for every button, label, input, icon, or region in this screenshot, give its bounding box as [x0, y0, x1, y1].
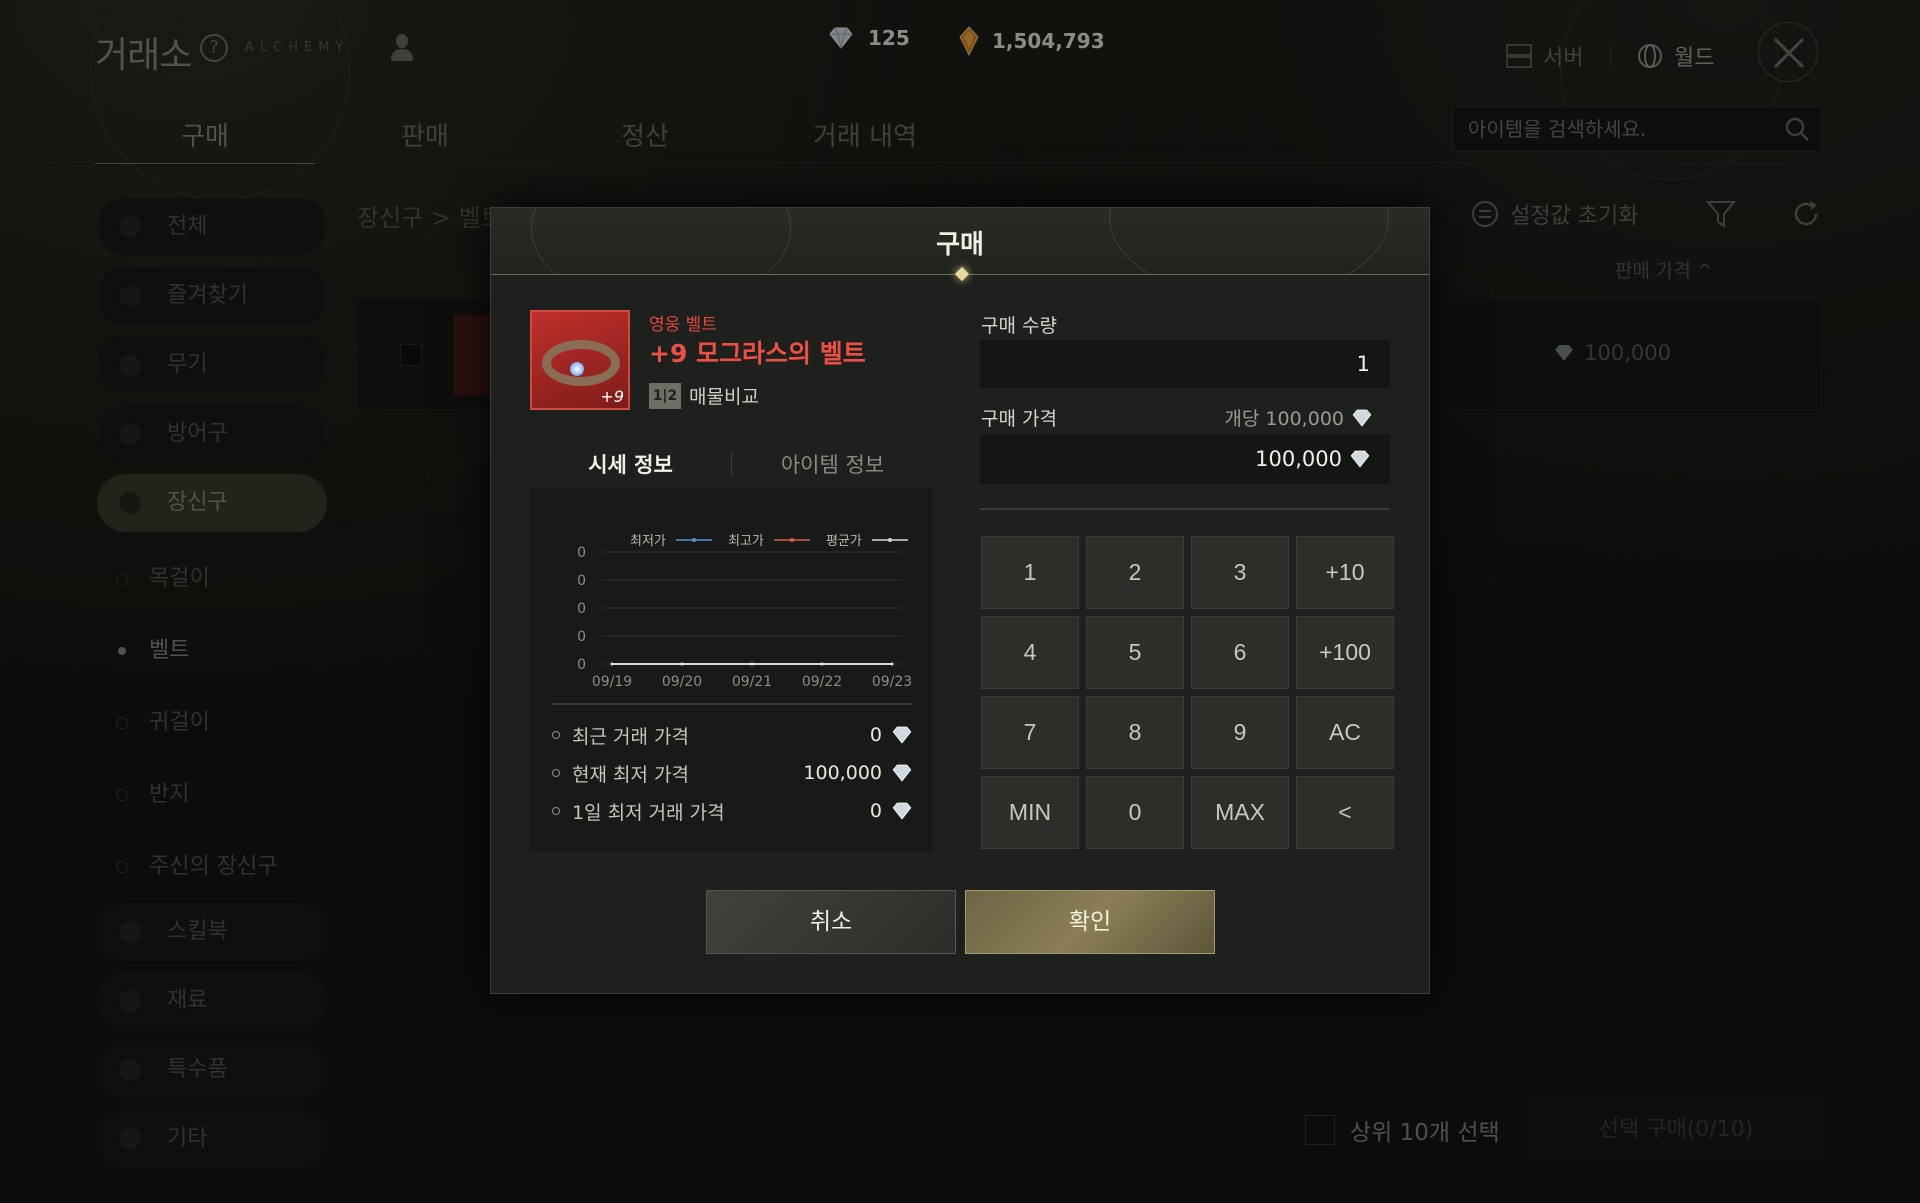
key-plus10[interactable]: +10	[1296, 536, 1394, 609]
x-tick-label: 09/23	[872, 674, 912, 690]
key-clear[interactable]: AC	[1296, 696, 1394, 769]
belt-gem	[570, 362, 584, 376]
legend-marker	[790, 538, 794, 542]
y-tick-label: 0	[577, 545, 586, 561]
diamond-icon	[892, 764, 912, 782]
price-label: 구매 가격	[981, 408, 1057, 430]
key-6[interactable]: 6	[1191, 616, 1289, 689]
y-tick-label: 0	[577, 601, 586, 617]
stat-daily-lowest: 1일 최저 거래 가격 0	[552, 796, 914, 826]
tab-item-info[interactable]: 아이템 정보	[732, 449, 933, 479]
key-max[interactable]: MAX	[1191, 776, 1289, 849]
dialog-title: 구매	[936, 230, 984, 260]
total-price-value: 100,000	[1255, 447, 1342, 471]
diamond-icon	[1350, 450, 1370, 468]
x-tick-label: 09/19	[592, 674, 632, 690]
diamond-icon	[892, 726, 912, 744]
legend-label: 최저가	[630, 534, 666, 549]
stat-label: 최근 거래 가격	[572, 725, 689, 748]
enhance-level: +9	[600, 387, 624, 406]
compare-button[interactable]: 1|2 매물비교	[649, 382, 759, 409]
legend-marker	[692, 538, 696, 542]
stat-label: 현재 최저 가격	[572, 763, 689, 786]
compare-icon: 1|2	[649, 382, 681, 409]
stat-recent-price: 최근 거래 가격 0	[552, 720, 914, 750]
x-tick-label: 09/20	[662, 674, 702, 690]
item-name: +9 모그라스의 벨트	[649, 339, 866, 368]
bullet-icon	[552, 769, 560, 777]
key-8[interactable]: 8	[1086, 696, 1184, 769]
key-0[interactable]: 0	[1086, 776, 1184, 849]
key-9[interactable]: 9	[1191, 696, 1289, 769]
stat-value: 0	[869, 800, 882, 822]
data-point	[820, 662, 824, 666]
key-min[interactable]: MIN	[981, 776, 1079, 849]
stat-value: 0	[869, 724, 882, 746]
bullet-icon	[552, 807, 560, 815]
divider	[552, 703, 912, 705]
number-keypad: 1 2 3 +10 4 5 6 +100 7 8 9 AC MIN 0 MAX …	[981, 536, 1394, 849]
key-4[interactable]: 4	[981, 616, 1079, 689]
data-point	[750, 662, 754, 666]
bullet-icon	[552, 731, 560, 739]
unit-price: 개당 100,000	[1224, 404, 1374, 431]
tab-market-info[interactable]: 시세 정보	[530, 449, 731, 479]
divider	[980, 508, 1390, 510]
y-tick-label: 0	[577, 657, 586, 673]
y-tick-label: 0	[577, 573, 586, 589]
price-history-chart: 0 0 0 0 0 09/19 09/20 09/21 09/22 09/23 최저가 최고가 평균가	[577, 534, 912, 690]
info-tabs: 시세 정보 아이템 정보	[530, 436, 933, 492]
data-point	[680, 662, 684, 666]
x-tick-label: 09/21	[732, 674, 772, 690]
key-5[interactable]: 5	[1086, 616, 1184, 689]
unit-price-value: 개당 100,000	[1224, 408, 1344, 430]
key-backspace[interactable]: <	[1296, 776, 1394, 849]
quantity-label: 구매 수량	[981, 315, 1057, 337]
legend-label: 평균가	[826, 534, 862, 549]
key-1[interactable]: 1	[981, 536, 1079, 609]
confirm-button[interactable]: 확인	[965, 890, 1215, 954]
compare-label: 매물비교	[689, 386, 759, 408]
key-3[interactable]: 3	[1191, 536, 1289, 609]
key-7[interactable]: 7	[981, 696, 1079, 769]
data-point	[610, 662, 614, 666]
diamond-icon	[892, 802, 912, 820]
purchase-dialog: 구매 +9 영웅 벨트 +9 모그라스의 벨트 1|2 매물비교 시세 정보 아…	[490, 207, 1430, 994]
y-tick-label: 0	[577, 629, 586, 645]
key-2[interactable]: 2	[1086, 536, 1184, 609]
market-info-panel: 0 0 0 0 0 09/19 09/20 09/21 09/22 09/23 최저가 최고가 평균가 …	[530, 488, 933, 852]
legend-marker	[888, 538, 892, 542]
quantity-input[interactable]	[980, 340, 1390, 388]
x-tick-label: 09/22	[802, 674, 842, 690]
legend-label: 최고가	[728, 534, 764, 549]
item-grade: 영웅 벨트	[649, 315, 717, 335]
dialog-header: 구매	[491, 208, 1429, 275]
cancel-button[interactable]: 취소	[706, 890, 956, 954]
diamond-icon	[1352, 409, 1372, 427]
data-point	[890, 662, 894, 666]
stat-lowest-price: 현재 최저 가격 100,000	[552, 758, 914, 788]
stat-label: 1일 최저 거래 가격	[572, 801, 725, 824]
key-plus100[interactable]: +100	[1296, 616, 1394, 689]
stat-value: 100,000	[803, 762, 882, 784]
total-price: 100,000	[980, 434, 1390, 484]
item-thumbnail: +9	[530, 310, 630, 410]
